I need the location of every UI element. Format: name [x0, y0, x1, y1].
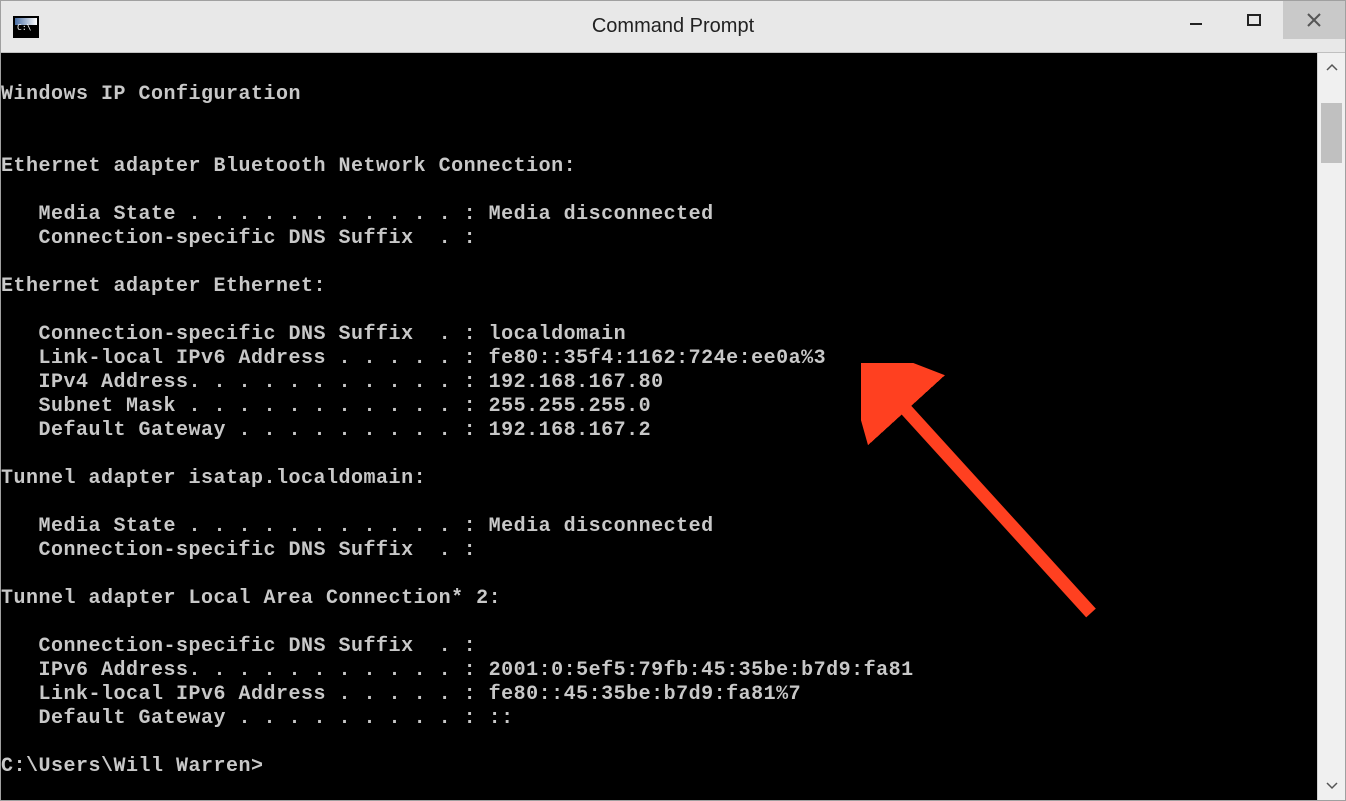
- window-controls: [1167, 1, 1345, 39]
- minimize-button[interactable]: [1167, 1, 1225, 39]
- terminal-area: Windows IP Configuration Ethernet adapte…: [1, 53, 1345, 800]
- command-prompt-window: C:\ Command Prompt Windows IP Configurat…: [0, 0, 1346, 801]
- titlebar[interactable]: C:\ Command Prompt: [1, 1, 1345, 53]
- scroll-up-arrow-icon[interactable]: [1318, 53, 1345, 81]
- maximize-button[interactable]: [1225, 1, 1283, 39]
- window-title: Command Prompt: [592, 15, 754, 38]
- terminal-output[interactable]: Windows IP Configuration Ethernet adapte…: [1, 53, 1317, 800]
- close-button[interactable]: [1283, 1, 1345, 39]
- scroll-thumb[interactable]: [1321, 103, 1342, 163]
- vertical-scrollbar[interactable]: [1317, 53, 1345, 800]
- app-icon: C:\: [13, 16, 39, 38]
- scroll-down-arrow-icon[interactable]: [1318, 772, 1345, 800]
